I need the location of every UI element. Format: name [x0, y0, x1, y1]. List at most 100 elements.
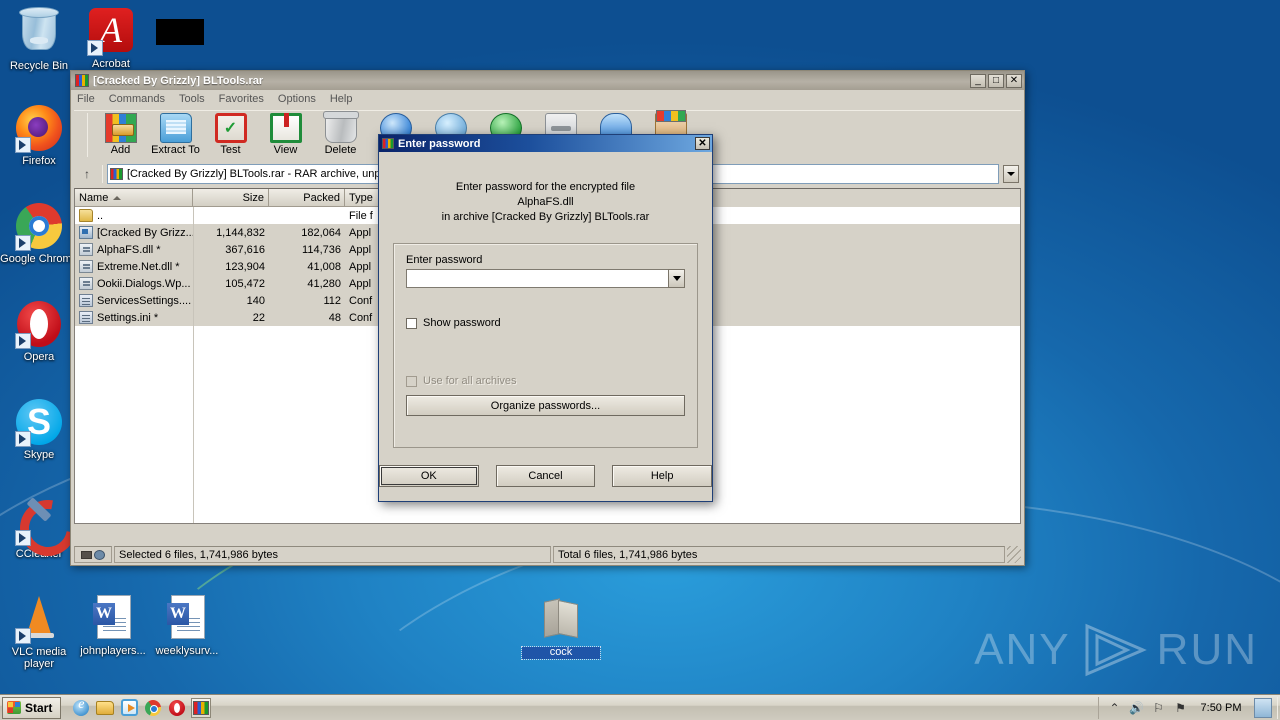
file-name: Settings.ini *	[97, 311, 159, 324]
dialog-button-row[interactable]: OK Cancel Help	[379, 465, 713, 487]
shortcut-overlay-icon	[15, 530, 31, 546]
desktop-icon-vlc[interactable]: VLC media player	[0, 594, 78, 670]
show-desktop-button[interactable]	[1254, 697, 1272, 718]
password-input[interactable]	[406, 269, 668, 288]
desktop[interactable]: Recycle Bin Acrobat perceptron Firefox G…	[0, 0, 1280, 720]
column-header-name[interactable]: Name	[75, 189, 193, 207]
message-line-3: in archive [Cracked By Grizzly] BLTools.…	[441, 211, 650, 223]
password-field-label: Enter password	[406, 254, 483, 266]
taskbar-item-winrar[interactable]	[191, 697, 212, 718]
explorer-icon	[96, 700, 115, 715]
cell-name: AlphaFS.dll *	[75, 243, 193, 256]
shortcut-overlay-icon	[15, 235, 31, 251]
password-input-row[interactable]	[406, 269, 685, 288]
toolbar-button-add[interactable]: Add	[93, 111, 148, 156]
taskbar-item-internet-explorer[interactable]	[71, 697, 91, 718]
show-password-checkbox[interactable]	[406, 317, 417, 329]
chevron-down-icon[interactable]	[1003, 165, 1019, 183]
desktop-icon-firefox[interactable]: Firefox	[0, 104, 78, 168]
desktop-icon-weeklysurv[interactable]: W weeklysurv...	[148, 594, 226, 658]
menu-item-favorites[interactable]: Favorites	[219, 93, 264, 105]
dll-icon	[79, 243, 93, 256]
skype-icon	[15, 399, 63, 447]
use-for-all-archives-checkbox	[406, 375, 417, 387]
close-button[interactable]: ✕	[1006, 73, 1022, 88]
opera-icon	[169, 699, 186, 716]
desktop-icon-label: Acrobat	[92, 58, 130, 70]
password-history-dropdown-icon[interactable]	[668, 269, 685, 288]
menu-item-file[interactable]: File	[77, 93, 95, 105]
file-name: [Cracked By Grizz...	[97, 226, 193, 239]
cell-packed: 182,064	[301, 226, 341, 239]
ok-label: OK	[420, 470, 437, 482]
column-header-packed[interactable]: Packed	[269, 189, 345, 207]
minimize-button[interactable]: _	[970, 73, 986, 88]
dialog-titlebar[interactable]: Enter password ✕	[379, 135, 712, 152]
cell-name: Extreme.Net.dll *	[75, 260, 193, 273]
clock[interactable]: 7:50 PM	[1195, 702, 1247, 714]
taskbar-item-opera[interactable]	[167, 698, 187, 718]
window-controls[interactable]: _ □ ✕	[970, 73, 1022, 88]
network-flag-icon[interactable]: ⚑	[1173, 700, 1188, 715]
column-label: Type	[349, 191, 373, 204]
chevron-up-icon[interactable]: ⌃	[1107, 700, 1122, 715]
ok-button[interactable]: OK	[379, 465, 479, 487]
toolbar-button-view[interactable]: View	[258, 111, 313, 156]
desktop-icon-google-chrome[interactable]: Google Chrome	[0, 202, 78, 266]
winrar-icon	[193, 700, 210, 715]
desktop-icon-opera[interactable]: Opera	[0, 300, 78, 364]
shortcut-overlay-icon	[15, 628, 31, 644]
test-clipboard-icon	[214, 113, 247, 143]
menu-item-commands[interactable]: Commands	[109, 93, 165, 105]
column-label: Packed	[303, 191, 340, 204]
desktop-icon-ccleaner[interactable]: CCleaner	[0, 496, 78, 561]
taskbar-item-windows-explorer[interactable]	[95, 698, 115, 718]
desktop-icon-cock-folder[interactable]: cock	[521, 594, 601, 660]
winrar-menubar[interactable]: File Commands Tools Favorites Options He…	[71, 90, 1024, 108]
enter-password-dialog[interactable]: Enter password ✕ Enter password for the …	[378, 134, 713, 502]
menu-item-options[interactable]: Options	[278, 93, 316, 105]
toolbar-button-test[interactable]: Test	[203, 111, 258, 156]
winrar-titlebar[interactable]: [Cracked By Grizzly] BLTools.rar _ □ ✕	[71, 71, 1024, 90]
column-header-size[interactable]: Size	[193, 189, 269, 207]
desktop-icon-johnplayers[interactable]: W johnplayers...	[74, 594, 152, 658]
column-label: Size	[242, 191, 264, 204]
shortcut-overlay-icon	[87, 40, 103, 56]
action-center-icon[interactable]: ⚐	[1151, 700, 1166, 715]
taskbar-item-windows-media-player[interactable]	[119, 698, 139, 718]
acrobat-icon	[87, 8, 135, 56]
start-button[interactable]: Start	[2, 696, 62, 719]
taskbar[interactable]: Start ⌃ 🔊 ⚐ ⚑ 7:50 PM	[0, 694, 1280, 720]
extract-folder-icon	[159, 113, 192, 143]
vlc-icon	[15, 596, 63, 644]
chrome-icon	[15, 203, 63, 251]
resize-grip[interactable]	[1007, 546, 1021, 563]
speaker-icon[interactable]: 🔊	[1129, 700, 1144, 715]
toolbar-button-extract-to[interactable]: Extract To	[148, 111, 203, 156]
desktop-icon-acrobat[interactable]: Acrobat	[72, 6, 150, 71]
cell-size: 105,472	[225, 277, 265, 290]
config-icon	[79, 311, 93, 324]
cell-size: 123,904	[225, 260, 265, 273]
statusbar-selected-text: Selected 6 files, 1,741,986 bytes	[114, 546, 551, 563]
word-document-icon: W	[163, 595, 211, 643]
desktop-icon-skype[interactable]: Skype	[0, 398, 78, 462]
quick-launch-bar[interactable]	[71, 697, 212, 718]
cancel-button[interactable]: Cancel	[495, 465, 596, 487]
column-label: Name	[79, 191, 109, 204]
menu-item-tools[interactable]: Tools	[179, 93, 205, 105]
taskbar-item-google-chrome[interactable]	[143, 698, 163, 718]
toolbar-button-delete[interactable]: Delete	[313, 111, 368, 156]
menu-item-help[interactable]: Help	[330, 93, 353, 105]
up-arrow-icon[interactable]: ↑	[76, 164, 98, 184]
file-name: ServicesSettings....	[97, 294, 192, 307]
recycle-bin-icon	[15, 7, 63, 58]
organize-passwords-button[interactable]: Organize passwords...	[406, 395, 685, 416]
close-icon: ✕	[1009, 74, 1019, 86]
system-tray[interactable]: ⌃ 🔊 ⚐ ⚑ 7:50 PM	[1098, 696, 1278, 719]
desktop-icon-recycle-bin[interactable]: Recycle Bin	[0, 6, 78, 73]
close-icon[interactable]: ✕	[695, 137, 710, 150]
maximize-button[interactable]: □	[988, 73, 1004, 88]
help-button[interactable]: Help	[612, 465, 713, 487]
show-password-checkbox-row[interactable]: Show password	[406, 317, 685, 329]
